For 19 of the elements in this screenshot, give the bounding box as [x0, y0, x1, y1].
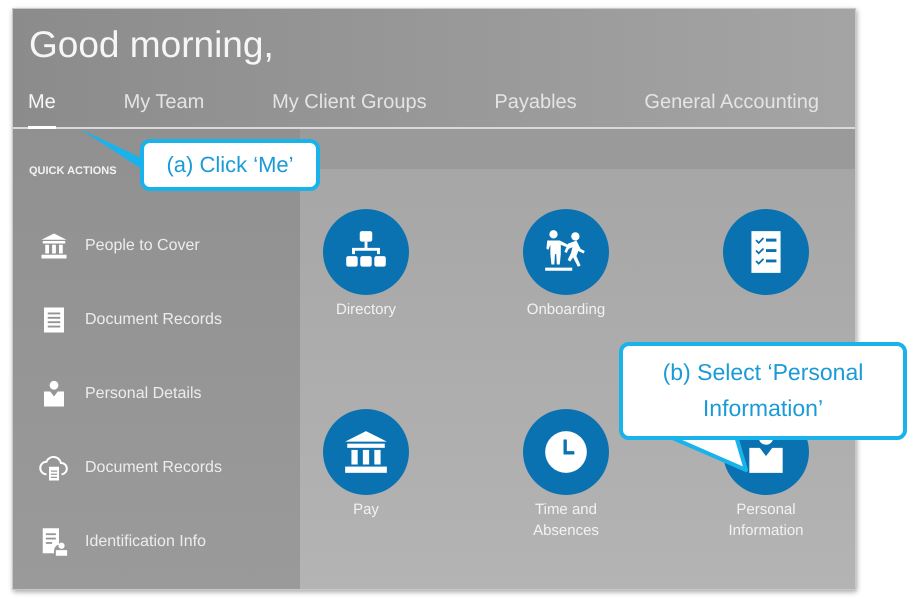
nav-tab[interactable]: My Client Groups [272, 87, 427, 129]
callout-bubble: (a) Click ‘Me’ [140, 139, 320, 191]
nav-tab[interactable]: My Team [124, 87, 204, 129]
quick-action-link[interactable]: Document Records [85, 459, 222, 477]
quick-action-link[interactable]: Identification Info [85, 533, 206, 551]
app-tile-label: Pay [352, 500, 380, 520]
greeting-title: Good morning, [28, 23, 275, 67]
nav-tab[interactable]: Payables [494, 87, 577, 129]
section-heading: QUICK ACTIONS [29, 165, 117, 177]
quick-action-link[interactable]: Personal Details [85, 385, 202, 403]
app-tile-label: Time and Absences [532, 500, 600, 541]
app-tile-label: Personal Information [727, 500, 805, 541]
bank-icon[interactable] [39, 231, 69, 261]
quick-action-link[interactable]: People to Cover [85, 237, 200, 255]
cloud-document-icon[interactable] [39, 453, 69, 483]
app-tile-label: Onboarding [526, 300, 606, 320]
quick-action-link[interactable]: Document Records [85, 311, 222, 329]
nav-tab[interactable]: General Accounting [644, 87, 819, 129]
app-tile-label: Directory [334, 300, 397, 320]
